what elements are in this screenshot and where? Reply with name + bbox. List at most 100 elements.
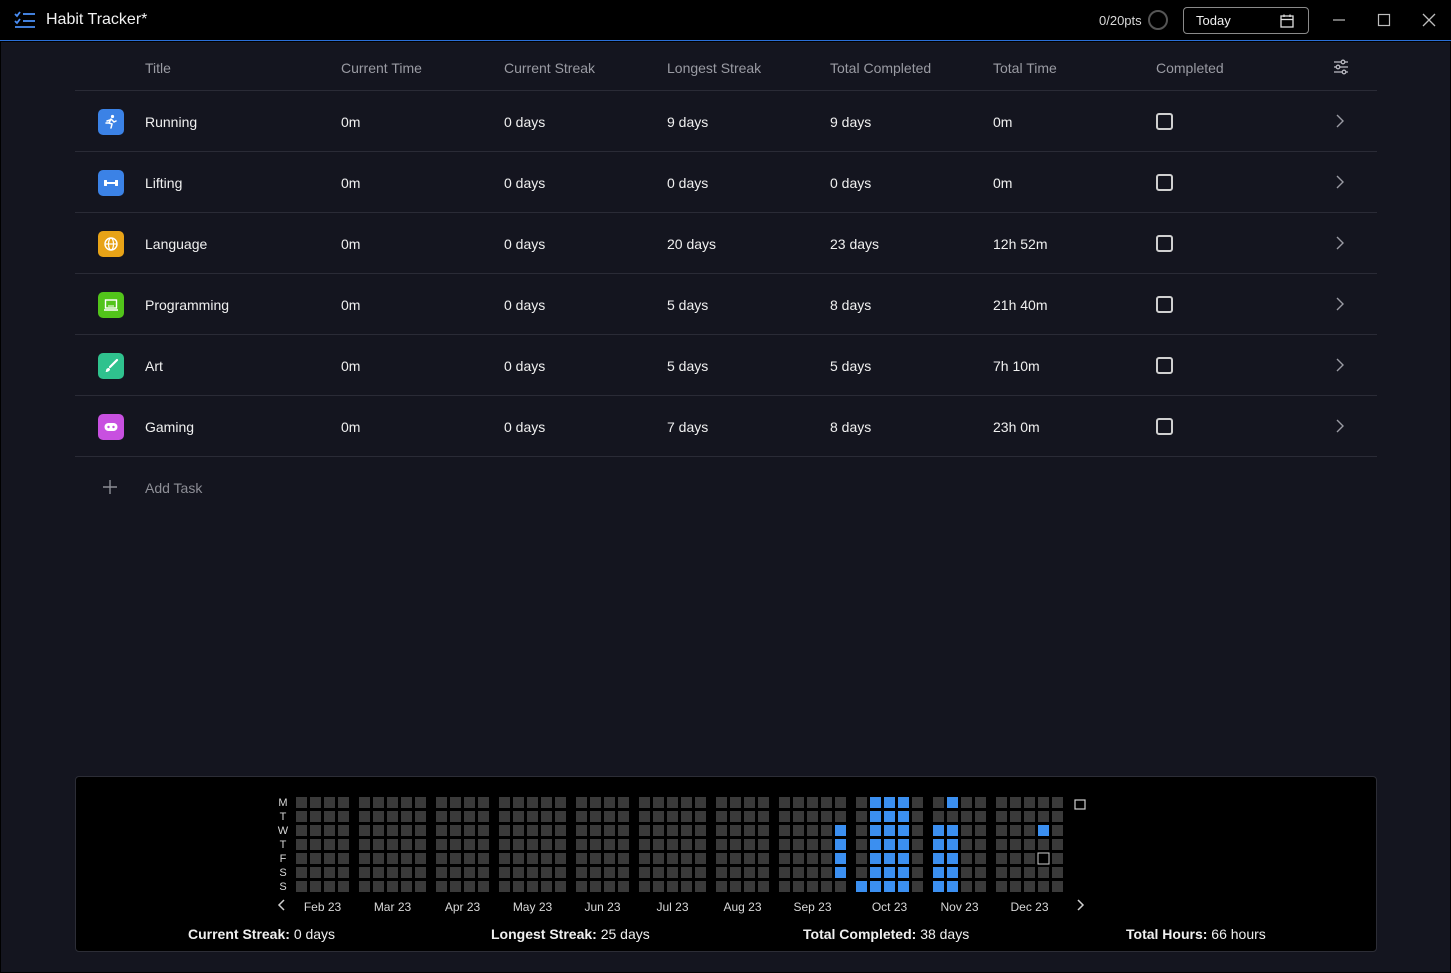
- header-current-streak[interactable]: Current Streak: [504, 60, 595, 76]
- stat-total-hours: Total Hours: 66 hours: [1126, 926, 1266, 942]
- calendar-icon[interactable]: [1074, 799, 1086, 810]
- stat-total-hours-value: 66 hours: [1211, 926, 1266, 942]
- month-label: Oct 23: [872, 900, 908, 914]
- task-completed-checkbox[interactable]: [1156, 174, 1173, 191]
- close-button[interactable]: [1419, 10, 1439, 30]
- heatmap-cell: [1052, 867, 1063, 878]
- heatmap-cell-filled: [884, 867, 895, 878]
- heatmap-cell: [653, 811, 664, 822]
- task-row-language[interactable]: Language 0m 0 days 20 days 23 days 12h 5…: [75, 213, 1377, 274]
- chevron-left-icon[interactable]: [277, 899, 285, 911]
- heatmap-cell: [590, 867, 601, 878]
- heatmap-cell: [478, 797, 489, 808]
- header-title[interactable]: Title: [145, 60, 171, 76]
- task-total-time: 0m: [993, 114, 1013, 130]
- heatmap-cell: [338, 811, 349, 822]
- task-current-streak: 0 days: [504, 175, 546, 191]
- heatmap-cell: [1052, 881, 1063, 892]
- heatmap-cell: [324, 881, 335, 892]
- date-picker-button[interactable]: Today: [1183, 7, 1309, 34]
- heatmap-cell-filled: [947, 825, 958, 836]
- heatmap-cell-filled: [884, 825, 895, 836]
- heatmap-cell: [681, 825, 692, 836]
- task-completed-checkbox[interactable]: [1156, 357, 1173, 374]
- header-completed[interactable]: Completed: [1156, 60, 1224, 76]
- calendar-icon: [1280, 14, 1294, 28]
- heatmap-cell: [436, 797, 447, 808]
- plus-icon: [103, 480, 117, 494]
- header-current-time[interactable]: Current Time: [341, 60, 422, 76]
- stat-current-streak: Current Streak: 0 days: [188, 926, 335, 942]
- stat-current-streak-label: Current Streak:: [188, 926, 290, 942]
- heatmap-cell: [338, 825, 349, 836]
- heatmap-cell-filled: [947, 839, 958, 850]
- heatmap-cell: [716, 825, 727, 836]
- heatmap-cell: [695, 853, 706, 864]
- chevron-right-icon[interactable]: [1335, 418, 1345, 434]
- chevron-right-icon[interactable]: [1077, 899, 1085, 911]
- chevron-right-icon[interactable]: [1335, 357, 1345, 373]
- heatmap-cell: [912, 811, 923, 822]
- task-row-programming[interactable]: Programming 0m 0 days 5 days 8 days 21h …: [75, 274, 1377, 335]
- heatmap-cell: [1024, 881, 1035, 892]
- heatmap-cell-filled: [856, 881, 867, 892]
- heatmap-cell: [415, 825, 426, 836]
- maximize-button[interactable]: [1374, 10, 1394, 30]
- heatmap-cell-filled: [898, 797, 909, 808]
- heatmap-cell: [555, 825, 566, 836]
- heatmap-cell: [373, 853, 384, 864]
- task-completed-checkbox[interactable]: [1156, 296, 1173, 313]
- add-task-button[interactable]: Add Task: [75, 469, 375, 507]
- header-total-completed[interactable]: Total Completed: [830, 60, 931, 76]
- heatmap-cell: [436, 825, 447, 836]
- minimize-button[interactable]: [1329, 10, 1349, 30]
- task-row-running[interactable]: Running 0m 0 days 9 days 9 days 0m: [75, 91, 1377, 152]
- task-row-lifting[interactable]: Lifting 0m 0 days 0 days 0 days 0m: [75, 152, 1377, 213]
- heatmap-cell: [590, 825, 601, 836]
- task-row-art[interactable]: Art 0m 0 days 5 days 5 days 7h 10m: [75, 335, 1377, 396]
- heatmap-cell: [975, 797, 986, 808]
- task-current-streak: 0 days: [504, 419, 546, 435]
- column-settings-icon[interactable]: [1333, 59, 1349, 75]
- heatmap-cell: [807, 825, 818, 836]
- heatmap-cell: [639, 825, 650, 836]
- chevron-right-icon[interactable]: [1335, 235, 1345, 251]
- day-label: T: [280, 839, 287, 851]
- main-content: Title Current Time Current Streak Longes…: [1, 42, 1450, 972]
- heatmap-cell: [373, 825, 384, 836]
- heatmap-cell: [975, 839, 986, 850]
- heatmap-cell: [478, 825, 489, 836]
- month-label: Jul 23: [656, 900, 688, 914]
- heatmap-cell: [310, 867, 321, 878]
- task-row-gaming[interactable]: Gaming 0m 0 days 7 days 8 days 23h 0m: [75, 396, 1377, 457]
- heatmap-cell: [1052, 825, 1063, 836]
- heatmap-cell-filled: [884, 797, 895, 808]
- heatmap-cell: [821, 867, 832, 878]
- month-label: Jun 23: [584, 900, 620, 914]
- heatmap-cell: [1038, 839, 1049, 850]
- header-total-time[interactable]: Total Time: [993, 60, 1057, 76]
- heatmap-cell: [464, 881, 475, 892]
- heatmap-cell: [296, 853, 307, 864]
- chevron-right-icon[interactable]: [1335, 296, 1345, 312]
- chevron-right-icon[interactable]: [1335, 113, 1345, 129]
- chevron-right-icon[interactable]: [1335, 174, 1345, 190]
- heatmap-cell: [821, 797, 832, 808]
- heatmap-cell-filled: [835, 867, 846, 878]
- heatmap-cell: [310, 839, 321, 850]
- task-completed-checkbox[interactable]: [1156, 418, 1173, 435]
- heatmap-cell: [961, 825, 972, 836]
- heatmap-cell: [667, 825, 678, 836]
- heatmap-cell: [639, 853, 650, 864]
- task-total-time: 21h 40m: [993, 297, 1048, 313]
- task-completed-checkbox[interactable]: [1156, 235, 1173, 252]
- heatmap-cell: [1052, 839, 1063, 850]
- table-header: Title Current Time Current Streak Longes…: [75, 42, 1377, 91]
- heatmap-cell: [639, 867, 650, 878]
- header-longest-streak[interactable]: Longest Streak: [667, 60, 761, 76]
- activity-heatmap-panel: M T W T F S S Feb 23 Mar 23 Apr 23 May 23 Jun 23 Jul…: [75, 776, 1377, 952]
- heatmap-cell: [499, 881, 510, 892]
- heatmap-cell: [338, 853, 349, 864]
- heatmap-cell: [387, 811, 398, 822]
- task-completed-checkbox[interactable]: [1156, 113, 1173, 130]
